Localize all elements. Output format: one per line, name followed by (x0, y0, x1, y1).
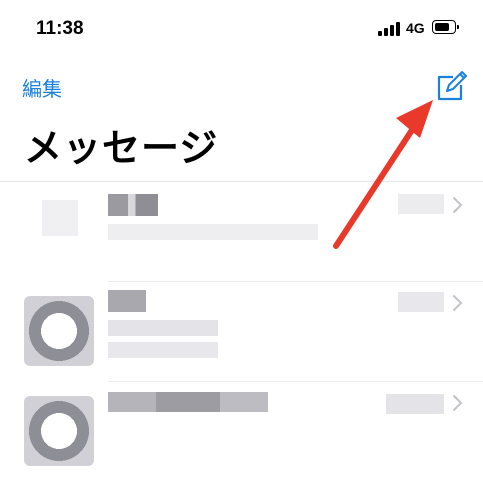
compose-icon (437, 71, 467, 101)
avatar (42, 200, 78, 236)
redacted-name (108, 194, 158, 216)
conversation-row[interactable] (0, 282, 483, 382)
redacted-preview-line2 (108, 342, 218, 358)
redacted-preview (108, 320, 218, 336)
edit-button[interactable]: 編集 (22, 73, 62, 102)
avatar (24, 396, 94, 466)
redacted-name (108, 392, 268, 412)
redacted-date (398, 194, 444, 214)
redacted-preview (108, 224, 318, 240)
chevron-right-icon (453, 395, 463, 411)
redacted-name (108, 290, 146, 312)
compose-button[interactable] (434, 70, 468, 104)
conversation-row[interactable] (0, 382, 483, 482)
avatar (24, 296, 94, 366)
status-bar: 11:38 4G (0, 0, 483, 60)
page-title: メッセージ (24, 126, 219, 170)
status-time: 11:38 (36, 18, 84, 39)
network-type: 4G (406, 20, 425, 36)
redacted-date (386, 394, 444, 414)
conversation-row[interactable] (0, 182, 483, 282)
cellular-signal-icon (378, 22, 400, 36)
redacted-date (398, 292, 444, 312)
battery-icon (432, 20, 459, 34)
chevron-right-icon (453, 295, 463, 311)
chevron-right-icon (453, 197, 463, 213)
